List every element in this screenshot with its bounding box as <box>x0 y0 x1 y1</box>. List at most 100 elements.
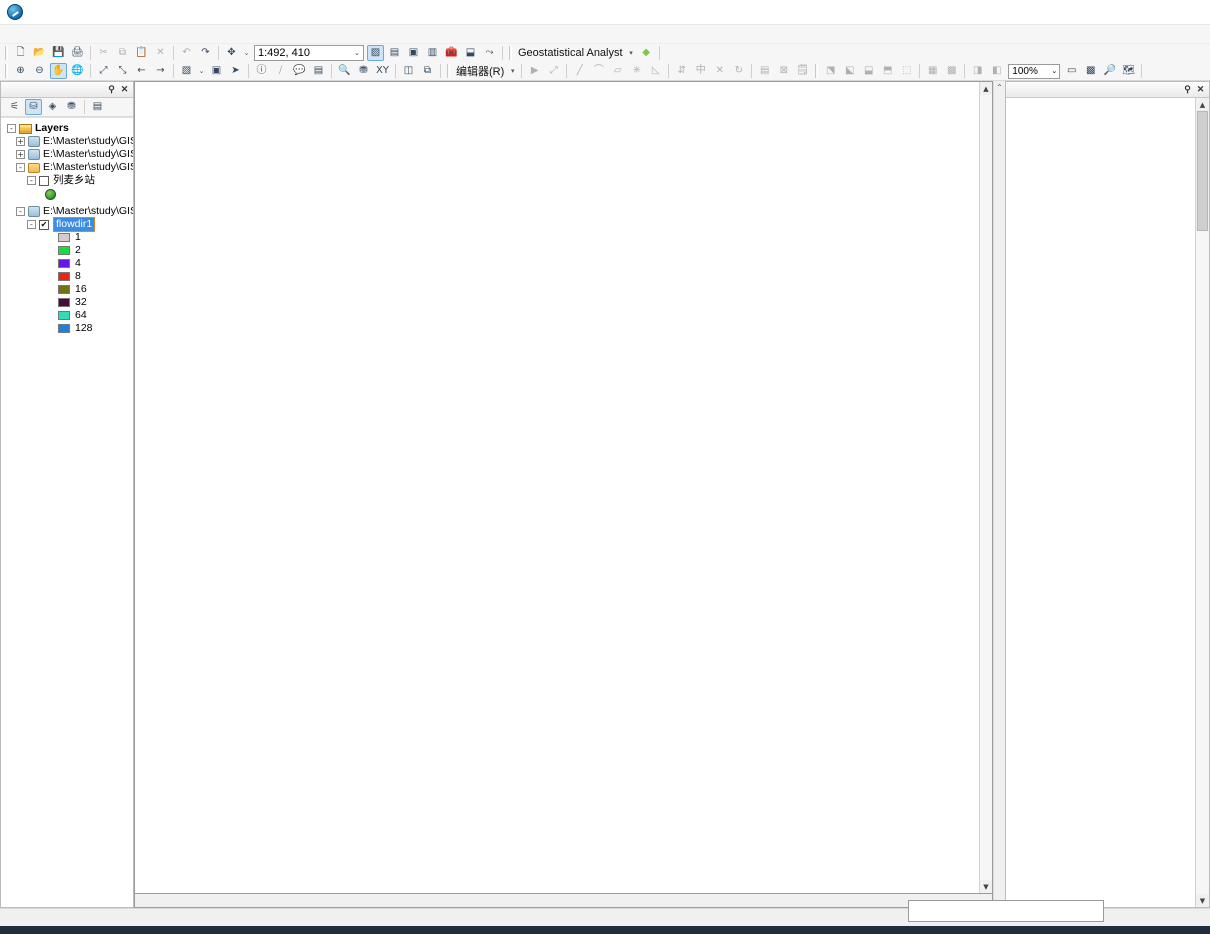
fixed-zoom-out-button[interactable]: ⤡ <box>114 63 131 79</box>
time-slider-button[interactable]: ◫ <box>400 63 417 79</box>
pan-button[interactable]: ✋ <box>50 63 67 79</box>
zoom-level-combo[interactable]: 100% ⌄ <box>1008 63 1061 79</box>
scroll-track[interactable] <box>980 95 992 880</box>
arctoolbox-scrollbar[interactable]: ▲ ▼ <box>1195 98 1209 907</box>
chevron-down-icon[interactable]: ⌄ <box>1051 67 1057 75</box>
list-by-drawing-order-button[interactable]: ⚟ <box>6 99 23 115</box>
menu-view[interactable] <box>32 32 46 36</box>
layer-visibility-checkbox[interactable] <box>39 175 49 186</box>
maximize-button[interactable] <box>1120 0 1165 25</box>
menu-edit[interactable] <box>18 32 32 36</box>
hyperlink-button[interactable]: ▤ <box>310 63 327 79</box>
chevron-up-icon[interactable]: ⌃ <box>996 83 1003 92</box>
scale-combo-box[interactable]: 1:492, 410 ⌄ <box>254 45 364 61</box>
drawing-fill-button[interactable]: ▩ <box>1082 63 1099 79</box>
open-button[interactable]: 📂 <box>31 45 48 61</box>
clear-selection-button[interactable]: ▣ <box>208 63 225 79</box>
scroll-up-arrow[interactable]: ▲ <box>1196 98 1209 111</box>
list-by-source-button[interactable]: ⛁ <box>25 99 42 115</box>
go-back-extent-button[interactable]: ← <box>133 63 150 79</box>
identify-button[interactable]: ⓘ <box>253 63 270 79</box>
table-of-contents-button[interactable]: ▤ <box>386 45 403 61</box>
topology-construct-button[interactable]: ⬒ <box>879 63 896 79</box>
list-by-selection-button[interactable]: ⛃ <box>63 99 80 115</box>
drawing-magnify-button[interactable]: 🔎 <box>1101 63 1118 79</box>
toc-tree[interactable]: - Layers + E:\Master\study\GIS\8 + E:\Master\… <box>1 117 133 907</box>
toc-row[interactable]: + E:\Master\study\GIS\8 <box>1 135 133 148</box>
scroll-up-arrow[interactable]: ▲ <box>980 82 992 95</box>
find-button[interactable]: 🔍 <box>336 63 353 79</box>
full-extent-button[interactable]: 🌐 <box>69 63 86 79</box>
zoom-out-button[interactable]: ⊖ <box>31 63 48 79</box>
geostat-diamond-icon[interactable]: ◆ <box>638 45 655 61</box>
save-button[interactable]: 💾 <box>50 45 67 61</box>
toc-row[interactable]: 32 <box>1 296 133 309</box>
topology-grid-button[interactable]: ▦ <box>924 63 941 79</box>
create-features-button[interactable]: 🗒 <box>794 63 811 79</box>
fixed-zoom-in-button[interactable]: ⤢ <box>95 63 112 79</box>
map-vertical-scrollbar[interactable]: ▲ ▼ <box>979 82 992 893</box>
curve-segment-button[interactable]: ⌒ <box>590 63 607 79</box>
panel-side-strip[interactable]: ⌃ <box>993 81 1005 908</box>
attributes-button[interactable]: ▤ <box>756 63 773 79</box>
pin-icon[interactable]: ⚲ <box>106 84 117 95</box>
delete-button[interactable]: ✕ <box>152 45 169 61</box>
drawing-map-button[interactable]: 🗺 <box>1120 63 1137 79</box>
tree-expander-expand[interactable]: + <box>16 137 25 146</box>
menu-selection[interactable] <box>74 32 88 36</box>
midpoint-button[interactable]: 中 <box>692 63 709 79</box>
trace-button[interactable]: ▱ <box>609 63 626 79</box>
cut-polygons-button[interactable]: ✕ <box>711 63 728 79</box>
toc-options-button[interactable]: ▤ <box>89 99 106 115</box>
drawing-rectangle-button[interactable]: ▭ <box>1063 63 1080 79</box>
menu-bookmarks[interactable] <box>46 32 60 36</box>
topology-modify-button[interactable]: ⬕ <box>841 63 858 79</box>
undo-button[interactable]: ↶ <box>178 45 195 61</box>
editor-menu-label[interactable]: 编辑器(R) <box>453 63 507 79</box>
point-button[interactable]: ✳ <box>628 63 645 79</box>
toc-row[interactable]: + E:\Master\study\GIS\3 <box>1 148 133 161</box>
create-viewer-window-button[interactable]: ⧉ <box>419 63 436 79</box>
copy-button[interactable]: ⧉ <box>114 45 131 61</box>
zoom-in-button[interactable]: ⊕ <box>12 63 29 79</box>
close-icon[interactable]: ✕ <box>1195 84 1206 95</box>
scroll-down-arrow[interactable]: ▼ <box>1196 894 1209 907</box>
topology-select-button[interactable]: ⬔ <box>822 63 839 79</box>
list-by-visibility-button[interactable]: ◈ <box>44 99 61 115</box>
editor-toolbar-toggle[interactable]: ▨ <box>367 45 384 61</box>
close-icon[interactable]: ✕ <box>119 84 130 95</box>
tree-expander-collapse[interactable]: - <box>27 176 36 185</box>
close-button[interactable] <box>1165 0 1210 25</box>
tree-expander-collapse[interactable]: - <box>27 220 36 229</box>
select-features-button[interactable]: ▧ <box>178 63 195 79</box>
go-to-xy-button[interactable]: XY <box>374 63 391 79</box>
search-window-button[interactable]: ▥ <box>424 45 441 61</box>
tree-expander-collapse[interactable]: - <box>16 163 25 172</box>
edit-tool-button[interactable]: ▶ <box>526 63 543 79</box>
toc-row[interactable]: 4 <box>1 257 133 270</box>
cut-button[interactable]: ✂ <box>95 45 112 61</box>
topology-validate-button[interactable]: ⬚ <box>898 63 915 79</box>
mirror-button[interactable]: ⇵ <box>673 63 690 79</box>
toc-row[interactable]: - ✔ flowdir1 <box>1 217 133 232</box>
toc-row[interactable]: - 列麦乡站 <box>1 174 133 187</box>
toc-row[interactable]: 2 <box>1 244 133 257</box>
straight-segment-button[interactable]: ╱ <box>571 63 588 79</box>
toc-row[interactable]: 8 <box>1 270 133 283</box>
toc-row[interactable]: 16 <box>1 283 133 296</box>
toc-row[interactable] <box>1 187 133 202</box>
catalog-button[interactable]: ▣ <box>405 45 422 61</box>
arctoolbox-tree[interactable] <box>1006 98 1195 907</box>
topology-align-button[interactable]: ◨ <box>969 63 986 79</box>
tree-expander-collapse[interactable]: - <box>7 124 16 133</box>
toc-row[interactable]: 128 <box>1 322 133 335</box>
select-features-dropdown[interactable]: ⌄ <box>197 63 206 79</box>
select-elements-button[interactable]: ➤ <box>227 63 244 79</box>
scroll-thumb[interactable] <box>1197 111 1208 231</box>
sketch-properties-button[interactable]: ⊠ <box>775 63 792 79</box>
menu-insert[interactable] <box>60 32 74 36</box>
new-map-button[interactable]: 🗋 <box>12 45 29 61</box>
go-forward-extent-button[interactable]: → <box>152 63 169 79</box>
layer-visibility-checkbox[interactable]: ✔ <box>39 219 49 230</box>
model-builder-button[interactable]: ⤳ <box>481 45 498 61</box>
